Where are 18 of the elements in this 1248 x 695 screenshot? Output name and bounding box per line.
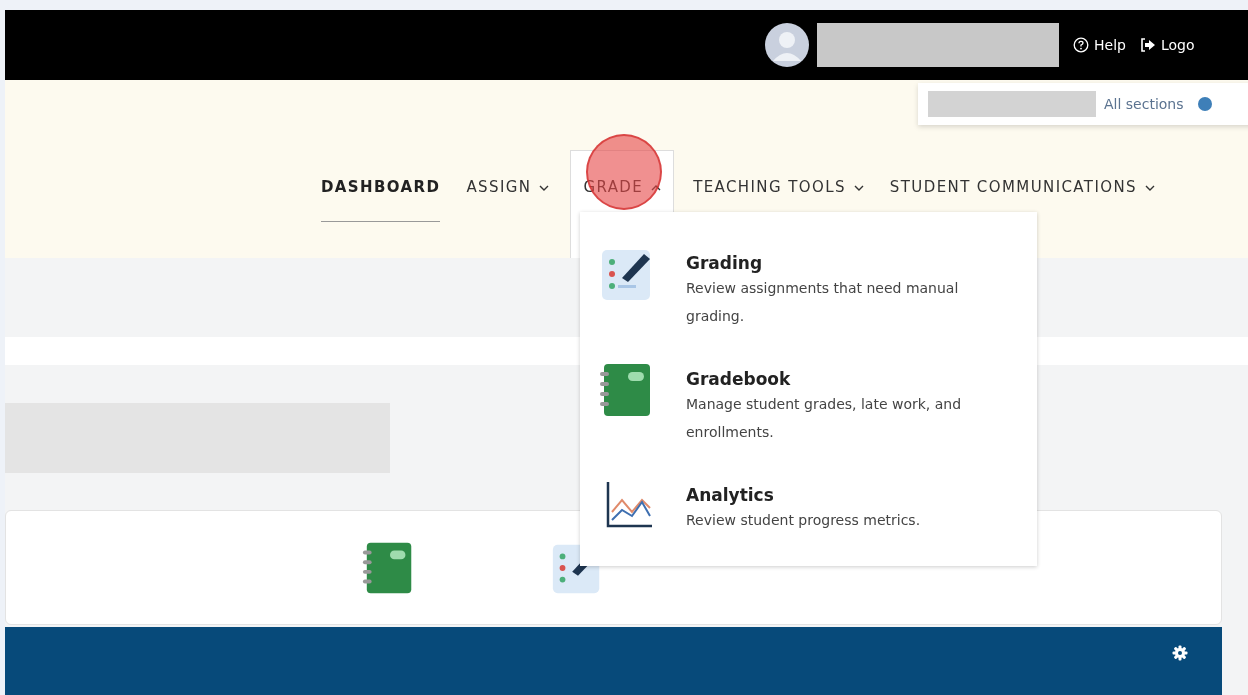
menu-item-title: Gradebook — [686, 368, 792, 390]
menu-item-title: Analytics — [686, 484, 775, 506]
top-bar-link[interactable]: Help — [1073, 37, 1126, 53]
menu-item[interactable]: Gradebook Manage student grades, late work, and enrollments. — [598, 368, 1021, 446]
avatar-icon[interactable] — [765, 23, 809, 67]
menu-item-title: Grading — [686, 252, 764, 274]
menu-item-description: Review assignments that need manual grading. — [686, 279, 960, 326]
section-filter-link[interactable]: All sections — [1104, 96, 1184, 112]
info-icon — [1197, 97, 1212, 111]
menu-item-description: Manage student grades, late work, and enrollments. — [686, 395, 963, 442]
menu-item[interactable]: Analytics Review student progress metrics. — [598, 484, 1021, 536]
logout-icon — [1139, 37, 1156, 53]
help-icon — [1073, 37, 1089, 53]
nav-tab[interactable]: ASSIGN — [457, 150, 559, 258]
top-bar-link[interactable]: Logo — [1139, 37, 1195, 53]
settings-icon[interactable] — [1172, 645, 1188, 661]
menu-item-description: Review student progress metrics. — [686, 511, 922, 530]
nav-tab[interactable]: DASHBOARD — [312, 150, 450, 258]
